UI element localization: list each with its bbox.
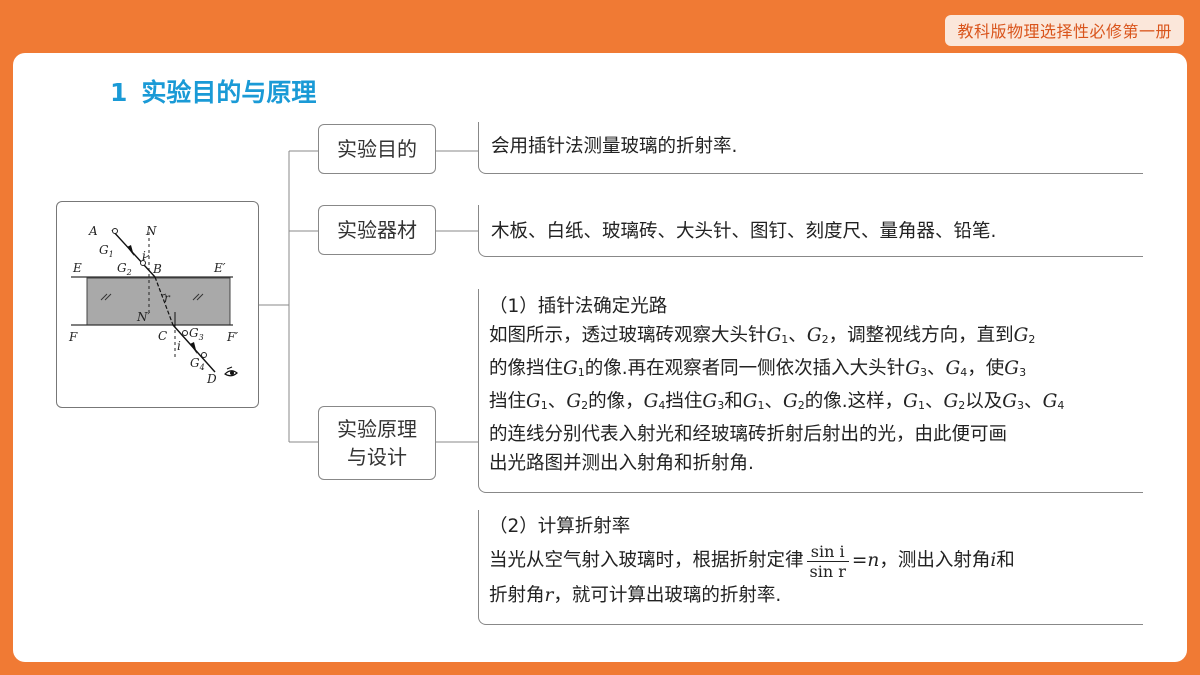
snell-fraction: sin i sin r bbox=[806, 542, 849, 581]
part2-heading: （2）计算折射率 bbox=[489, 516, 631, 537]
part1-heading: （1）插针法确定光路 bbox=[489, 296, 668, 317]
label-E-prime: E′ bbox=[213, 261, 226, 275]
category-principle-label-line1: 实验原理 bbox=[337, 417, 417, 441]
eye-icon bbox=[224, 366, 238, 377]
incident-arrow bbox=[127, 245, 134, 256]
label-F-prime: F′ bbox=[226, 330, 238, 344]
label-E: E bbox=[72, 261, 82, 275]
part2-line2: 折射角r，就可计算出玻璃的折射率. bbox=[489, 585, 782, 606]
part1-line3: 挡住G1、G2的像，G4挡住G3和G1、G2的像.这样，G1、G2以及G3、G4 bbox=[489, 391, 1065, 412]
part1-line4: 的连线分别代表入射光和经玻璃砖折射后射出的光，由此便可画 bbox=[489, 424, 1008, 445]
pin-g1 bbox=[112, 228, 118, 234]
label-A: A bbox=[88, 224, 98, 238]
label-N-prime: N′ bbox=[136, 310, 151, 324]
refraction-figure: A N G1 i G2 B E E′ r N′ F C G3 F′ i G4 D bbox=[56, 201, 259, 408]
label-N: N bbox=[145, 224, 157, 238]
pin-g3 bbox=[182, 330, 188, 336]
category-purpose-label: 实验目的 bbox=[337, 137, 417, 161]
equipment-text: 木板、白纸、玻璃砖、大头针、图钉、刻度尺、量角器、铅笔. bbox=[491, 221, 997, 242]
label-C: C bbox=[158, 329, 167, 343]
label-G1: G1 bbox=[99, 243, 114, 259]
principle-part2: （2）计算折射率 当光从空气射入玻璃时，根据折射定律 sin i sin r =n，测… bbox=[478, 510, 1143, 625]
label-F: F bbox=[68, 330, 78, 344]
equipment-content: 木板、白纸、玻璃砖、大头针、图钉、刻度尺、量角器、铅笔. bbox=[478, 205, 1143, 257]
part1-line2: 的像挡住G1的像.再在观察者同一侧依次插入大头针G3、G4，使G3 bbox=[489, 358, 1027, 379]
label-i-bottom: i bbox=[177, 339, 181, 353]
label-B: B bbox=[152, 262, 162, 276]
pin-g4 bbox=[201, 352, 207, 358]
fraction-denominator: sin r bbox=[809, 561, 846, 581]
refraction-diagram: A N G1 i G2 B E E′ r N′ F C G3 F′ i G4 D bbox=[68, 224, 238, 386]
category-equipment-label: 实验器材 bbox=[337, 218, 417, 242]
category-principle: 实验原理 与设计 bbox=[318, 406, 436, 480]
part1-line1: 如图所示，透过玻璃砖观察大头针G1、G2，调整视线方向，直到G2 bbox=[489, 325, 1036, 346]
category-principle-label-line2: 与设计 bbox=[347, 445, 407, 469]
category-purpose: 实验目的 bbox=[318, 124, 436, 174]
part1-line5: 出光路图并测出入射角和折射角. bbox=[489, 453, 754, 474]
label-i-top: i bbox=[142, 249, 146, 263]
part2-line1: 当光从空气射入玻璃时，根据折射定律 sin i sin r =n，测出入射角i和 bbox=[489, 541, 1015, 581]
label-D: D bbox=[206, 372, 217, 386]
label-G3: G3 bbox=[189, 326, 204, 342]
label-G2: G2 bbox=[117, 261, 132, 277]
purpose-content: 会用插针法测量玻璃的折射率. bbox=[478, 122, 1143, 174]
principle-part1: （1）插针法确定光路 如图所示，透过玻璃砖观察大头针G1、G2，调整视线方向，直… bbox=[478, 289, 1143, 493]
emergent-arrow bbox=[190, 342, 197, 354]
category-equipment: 实验器材 bbox=[318, 205, 436, 255]
purpose-text: 会用插针法测量玻璃的折射率. bbox=[491, 136, 738, 157]
fraction-numerator: sin i bbox=[806, 542, 849, 562]
